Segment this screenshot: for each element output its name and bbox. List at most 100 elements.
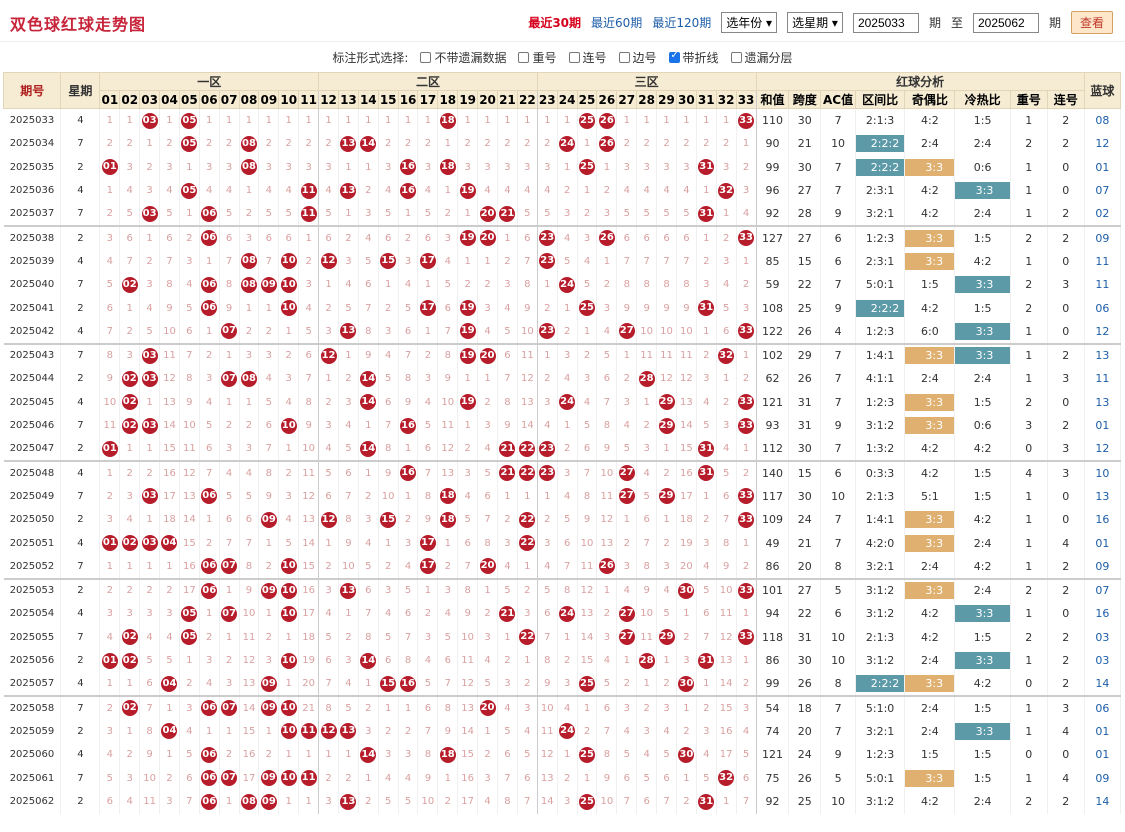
miss-cell: 10 — [636, 602, 658, 626]
miss-cell: 5 — [258, 202, 280, 226]
red-ball: 26 — [598, 112, 615, 129]
miss-cell: 8 — [298, 390, 320, 414]
sum-cell: 109 — [756, 508, 790, 532]
miss-cell: 2 — [318, 766, 339, 790]
number-cell: 02 — [119, 390, 141, 414]
miss-cell: 1 — [278, 790, 300, 814]
option-polyline[interactable]: 带折线 — [668, 49, 719, 66]
number-cell: 23 — [537, 437, 558, 461]
issue-cell: 2025051 — [3, 531, 62, 555]
checkbox-icon[interactable] — [568, 51, 580, 63]
miss-cell: 3 — [437, 577, 459, 602]
checkbox-icon[interactable] — [420, 51, 432, 63]
miss-cell: 5 — [517, 202, 538, 226]
miss-cell: 1 — [318, 531, 339, 555]
miss-cell: 1 — [457, 108, 479, 132]
number-cell: 32 — [716, 766, 737, 790]
checkbox-icon[interactable] — [730, 51, 742, 63]
miss-cell: 2 — [557, 766, 578, 790]
miss-cell: 4 — [477, 179, 498, 203]
red-ball: 10 — [280, 652, 297, 669]
miss-cell: 1 — [497, 625, 518, 649]
consecutive-cell: 2 — [1047, 202, 1085, 226]
miss-cell: 5 — [537, 577, 558, 602]
option-no-miss[interactable]: 不带遗漏数据 — [420, 49, 506, 66]
miss-cell: 5 — [716, 460, 737, 485]
miss-cell: 2 — [99, 577, 121, 602]
option-layered[interactable]: 遗漏分层 — [730, 49, 793, 66]
miss-cell: 3 — [239, 342, 260, 367]
week-cell: 2 — [60, 508, 101, 532]
red-ball: 03 — [141, 112, 158, 129]
miss-cell: 17 — [239, 766, 260, 790]
miss-cell: 5 — [398, 296, 419, 320]
miss-cell: 11 — [656, 342, 677, 367]
miss-cell: 9 — [358, 342, 379, 367]
ac-cell: 7 — [820, 179, 856, 203]
week-select[interactable]: 选星期 ▾ — [787, 12, 843, 33]
number-cell: 07 — [219, 367, 240, 391]
miss-cell: 4 — [358, 225, 379, 250]
to-issue-input[interactable] — [972, 12, 1039, 33]
checkbox-checked-icon[interactable] — [668, 50, 680, 63]
red-ball: 10 — [280, 723, 297, 740]
miss-cell: 3 — [497, 155, 518, 179]
miss-cell: 5 — [596, 342, 618, 367]
recent-60-link[interactable]: 最近60期 — [591, 14, 642, 31]
miss-cell: 1 — [179, 649, 200, 673]
miss-cell: 6 — [457, 531, 479, 555]
miss-cell: 7 — [696, 625, 717, 649]
view-button[interactable]: 查看 — [1070, 11, 1113, 34]
miss-cell: 7 — [99, 320, 121, 344]
red-ball: 26 — [598, 230, 615, 247]
recent-30-link[interactable]: 最近30期 — [528, 14, 581, 31]
miss-cell: 10 — [378, 484, 399, 508]
week-cell: 4 — [60, 672, 101, 696]
miss-cell: 5 — [318, 460, 339, 485]
number-cell: 19 — [457, 225, 479, 250]
issue-cell: 2025046 — [3, 414, 62, 438]
number-cell: 02 — [119, 649, 141, 673]
miss-cell: 7 — [616, 790, 638, 814]
miss-cell: 1 — [596, 249, 618, 273]
number-cell: 18 — [437, 508, 459, 532]
week-cell: 7 — [60, 342, 101, 367]
miss-cell: 4 — [577, 390, 598, 414]
oe-tag: 3:3 — [905, 675, 954, 693]
oe-cell: 6:0 — [904, 320, 956, 344]
from-issue-input[interactable] — [852, 12, 919, 33]
number-cell: 15 — [378, 508, 399, 532]
option-consecutive[interactable]: 连号 — [568, 49, 607, 66]
miss-cell: 5 — [139, 320, 161, 344]
span-cell: 22 — [788, 602, 822, 626]
option-edge[interactable]: 边号 — [618, 49, 657, 66]
miss-cell: 2 — [358, 484, 379, 508]
checkbox-icon[interactable] — [518, 51, 530, 63]
miss-cell: 3 — [537, 390, 558, 414]
repeat-cell: 2 — [1010, 790, 1048, 814]
checkbox-icon[interactable] — [618, 51, 630, 63]
miss-cell: 1 — [219, 790, 240, 814]
year-select[interactable]: 选年份 ▾ — [721, 12, 778, 33]
miss-cell: 3 — [616, 695, 638, 720]
miss-cell: 5 — [736, 743, 757, 767]
number-cell: 16 — [398, 414, 419, 438]
option-repeat[interactable]: 重号 — [518, 49, 557, 66]
miss-cell: 2 — [378, 132, 399, 156]
miss-cell: 3 — [736, 695, 757, 720]
number-cell: 04 — [159, 719, 180, 743]
miss-cell: 4 — [636, 179, 658, 203]
number-cell: 03 — [139, 414, 161, 438]
miss-cell: 15 — [457, 743, 479, 767]
miss-cell: 2 — [557, 179, 578, 203]
blue-ball-cell: 12 — [1084, 320, 1122, 344]
miss-cell: 4 — [159, 625, 180, 649]
miss-cell: 1 — [398, 695, 419, 720]
miss-cell: 6 — [159, 225, 180, 250]
oe-tag: 3:3 — [905, 417, 954, 435]
repeat-cell: 1 — [1010, 766, 1048, 790]
miss-cell: 6 — [179, 320, 200, 344]
recent-120-link[interactable]: 最近120期 — [652, 14, 711, 31]
zone2-header: 二区 — [318, 72, 538, 91]
miss-cell: 12 — [577, 577, 598, 602]
